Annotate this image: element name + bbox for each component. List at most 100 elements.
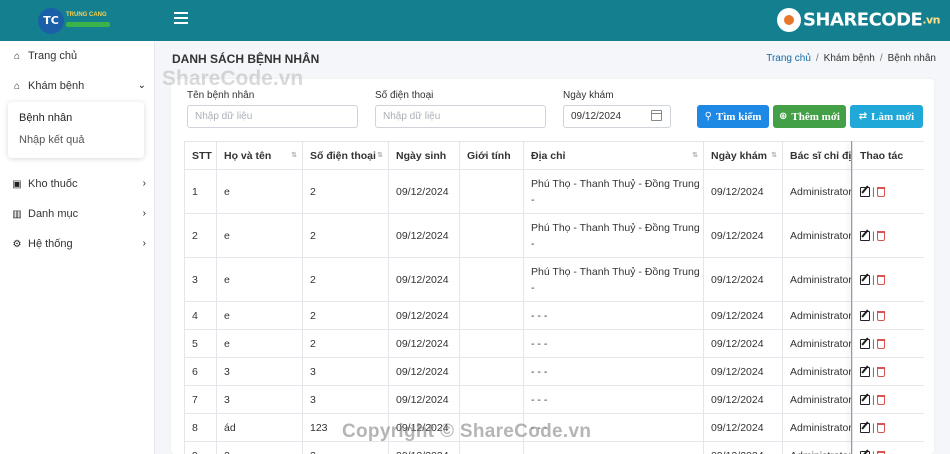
sidebar-item-kho-thuoc[interactable]: ▣ Kho thuốc › bbox=[0, 173, 155, 195]
edit-icon[interactable] bbox=[860, 310, 870, 321]
column-header-address[interactable]: Địa chỉ ⇅ bbox=[523, 141, 704, 170]
column-header-exam-date[interactable]: Ngày khám ⇅ bbox=[703, 141, 783, 170]
cell-actions: | bbox=[852, 257, 924, 302]
cell-name: 3 bbox=[216, 385, 303, 414]
trash-icon[interactable] bbox=[876, 186, 885, 197]
app-logo[interactable]: TC TRUNG CANG bbox=[38, 8, 112, 34]
table-row: 6 3 3 09/12/2024- - -09/12/2024 Administrato… bbox=[184, 357, 924, 386]
sharecode-brand-logo: SHARECODE.vn bbox=[776, 8, 940, 36]
submenu-item-benh-nhan[interactable]: Bệnh nhân bbox=[19, 112, 72, 124]
cell-name: e bbox=[216, 329, 303, 358]
trash-icon[interactable] bbox=[876, 338, 885, 349]
refresh-button[interactable]: ⇄ Làm mới bbox=[850, 105, 923, 128]
table-row: 3 e 2 09/12/2024 Phú Thọ - Thanh Thuỷ - Đồng… bbox=[184, 257, 924, 302]
cell-doctor: Administrator bbox=[782, 441, 853, 454]
cell-stt: 3 bbox=[184, 257, 217, 302]
sidebar-item-home[interactable]: ⌂ Trang chủ bbox=[0, 45, 155, 67]
cell-doctor: Administrator bbox=[782, 329, 853, 358]
cell-address: - - - bbox=[523, 301, 704, 330]
cell-actions: | bbox=[852, 301, 924, 330]
breadcrumb: Trang chủ / Khám bệnh / Bệnh nhân bbox=[766, 53, 936, 64]
cell-name: e bbox=[216, 257, 303, 302]
column-header-dob: Ngày sinh bbox=[388, 141, 460, 170]
cell-actions: | bbox=[852, 413, 924, 442]
column-header-name[interactable]: Họ và tên ⇅ bbox=[216, 141, 303, 170]
edit-icon[interactable] bbox=[860, 450, 870, 454]
refresh-icon: ⇄ bbox=[858, 111, 868, 122]
sidebar-item-he-thong[interactable]: ⚙ Hệ thống › bbox=[0, 233, 155, 255]
edit-icon[interactable] bbox=[860, 338, 870, 349]
cell-gender bbox=[459, 441, 524, 454]
cell-stt: 9 bbox=[184, 441, 217, 454]
cell-stt: 1 bbox=[184, 169, 217, 214]
sort-icon[interactable]: ⇅ bbox=[291, 151, 297, 159]
patient-table: STT Họ và tên ⇅ Số điện thoại ⇅ Ngày sinh … bbox=[184, 141, 924, 454]
submenu-item-nhap-ket-qua[interactable]: Nhập kết quả bbox=[19, 134, 84, 146]
cell-stt: 4 bbox=[184, 301, 217, 330]
trash-icon[interactable] bbox=[876, 422, 885, 433]
table-row: 5 e 2 09/12/2024- - -09/12/2024 Administrato… bbox=[184, 329, 924, 358]
sort-icon[interactable]: ⇅ bbox=[377, 151, 383, 159]
cell-exam-date: 09/12/2024 bbox=[703, 385, 783, 414]
cell-dob: 09/12/2024 bbox=[388, 301, 460, 330]
cell-doctor: Administrator bbox=[782, 213, 853, 258]
edit-icon[interactable] bbox=[860, 394, 870, 405]
logo-subtitle-bar bbox=[66, 22, 110, 27]
calendar-icon[interactable] bbox=[651, 110, 662, 121]
page-title: DANH SÁCH BỆNH NHÂN bbox=[172, 52, 320, 66]
cell-phone: 3 bbox=[302, 385, 389, 414]
sticky-column-divider bbox=[851, 141, 852, 454]
sidebar-item-label: Hệ thống bbox=[28, 238, 73, 250]
plus-circle-icon: ⊕ bbox=[779, 111, 788, 122]
edit-icon[interactable] bbox=[860, 422, 870, 433]
cell-stt: 5 bbox=[184, 329, 217, 358]
search-button[interactable]: ⚲ Tìm kiếm bbox=[697, 105, 769, 128]
edit-icon[interactable] bbox=[860, 186, 870, 197]
column-header-doctor: Bác sĩ chỉ định bbox=[782, 141, 853, 170]
table-row: 92309/12/2024- - -09/12/2024Administrato… bbox=[184, 441, 924, 454]
sidebar-item-label: Trang chủ bbox=[28, 50, 78, 62]
add-new-button[interactable]: ⊕ Thêm mới bbox=[773, 105, 846, 128]
cell-doctor: Administrator bbox=[782, 301, 853, 330]
cell-name: e bbox=[216, 213, 303, 258]
table-row: 1 e 2 09/12/2024 Phú Thọ - Thanh Thuỷ - Đồng… bbox=[184, 169, 924, 214]
cell-dob: 09/12/2024 bbox=[388, 169, 460, 214]
trash-icon[interactable] bbox=[876, 450, 885, 454]
cell-address: Phú Thọ - Thanh Thuỷ - Đồng Trung - bbox=[523, 169, 704, 214]
cell-phone: 2 bbox=[302, 169, 389, 214]
cell-exam-date: 09/12/2024 bbox=[703, 413, 783, 442]
trash-icon[interactable] bbox=[876, 274, 885, 285]
breadcrumb-home-link[interactable]: Trang chủ bbox=[766, 53, 811, 64]
gear-icon: ⚙ bbox=[12, 238, 22, 250]
watermark-top: ShareCode.vn bbox=[162, 67, 304, 90]
edit-icon[interactable] bbox=[860, 366, 870, 377]
patient-name-input[interactable] bbox=[187, 105, 358, 128]
cell-dob: 09/12/2024 bbox=[388, 213, 460, 258]
table-row: 4 e 2 09/12/2024- - -09/12/2024 Administrato… bbox=[184, 301, 924, 330]
cell-name: 3 bbox=[216, 357, 303, 386]
sidebar-item-kham-benh[interactable]: ⌂ Khám bệnh ⌄ bbox=[0, 75, 155, 97]
edit-icon[interactable] bbox=[860, 230, 870, 241]
menu-toggle-icon[interactable] bbox=[174, 12, 188, 26]
patient-name-label: Tên bệnh nhân bbox=[187, 90, 255, 101]
cell-stt: 7 bbox=[184, 385, 217, 414]
cell-phone: 3 bbox=[302, 357, 389, 386]
table-row: 7 3 3 09/12/2024- - -09/12/2024 Administrato… bbox=[184, 385, 924, 414]
edit-icon[interactable] bbox=[860, 274, 870, 285]
trash-icon[interactable] bbox=[876, 310, 885, 321]
sidebar-item-label: Danh mục bbox=[28, 208, 79, 220]
kham-benh-submenu: Bệnh nhân Nhập kết quả bbox=[8, 102, 144, 158]
trash-icon[interactable] bbox=[876, 394, 885, 405]
cell-doctor: Administrator bbox=[782, 385, 853, 414]
cell-dob: 09/12/2024 bbox=[388, 329, 460, 358]
trash-icon[interactable] bbox=[876, 230, 885, 241]
trash-icon[interactable] bbox=[876, 366, 885, 377]
cell-doctor: Administrator bbox=[782, 357, 853, 386]
cell-actions: | bbox=[852, 213, 924, 258]
sidebar-item-danh-muc[interactable]: ▥ Danh mục › bbox=[0, 203, 155, 225]
sort-icon[interactable]: ⇅ bbox=[771, 151, 777, 159]
cell-stt: 6 bbox=[184, 357, 217, 386]
column-header-phone[interactable]: Số điện thoại ⇅ bbox=[302, 141, 389, 170]
sort-icon[interactable]: ⇅ bbox=[692, 151, 698, 159]
phone-input[interactable] bbox=[375, 105, 546, 128]
